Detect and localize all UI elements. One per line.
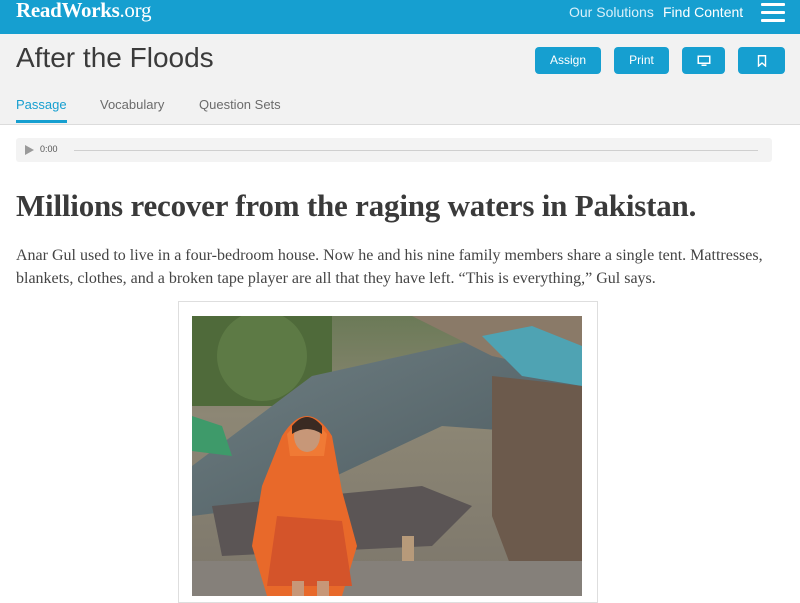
play-icon[interactable] xyxy=(25,145,34,155)
tab-question-sets[interactable]: Question Sets xyxy=(199,97,281,112)
passage-header: After the Floods Assign Print Passage Vo… xyxy=(0,34,800,125)
page-title: After the Floods xyxy=(16,42,214,73)
tab-vocabulary[interactable]: Vocabulary xyxy=(100,97,164,112)
tab-passage[interactable]: Passage xyxy=(16,97,67,112)
present-button[interactable] xyxy=(682,47,725,74)
active-tab-indicator xyxy=(16,120,67,123)
article-photo xyxy=(192,316,582,596)
hamburger-icon[interactable] xyxy=(761,3,785,23)
logo-suffix: .org xyxy=(119,0,152,22)
bookmark-button[interactable] xyxy=(738,47,785,74)
article-paragraph: Anar Gul used to live in a four-bedroom … xyxy=(16,247,763,287)
audio-player: 0:00 xyxy=(16,138,772,162)
top-navigation-bar: ReadWorks.org Our Solutions Find Content xyxy=(0,0,800,34)
monitor-icon xyxy=(697,55,710,66)
nav-find-content[interactable]: Find Content xyxy=(663,4,743,20)
logo-text: ReadWorks xyxy=(16,0,120,22)
assign-button[interactable]: Assign xyxy=(535,47,601,74)
article-photo-frame xyxy=(178,301,598,603)
audio-progress-track[interactable] xyxy=(74,150,758,151)
nav-our-solutions[interactable]: Our Solutions xyxy=(569,4,654,20)
audio-time: 0:00 xyxy=(40,144,58,154)
print-button[interactable]: Print xyxy=(614,47,669,74)
article-headline: Millions recover from the raging waters … xyxy=(16,188,697,223)
bookmark-icon xyxy=(757,54,766,67)
readworks-logo[interactable]: ReadWorks.org xyxy=(16,0,151,23)
